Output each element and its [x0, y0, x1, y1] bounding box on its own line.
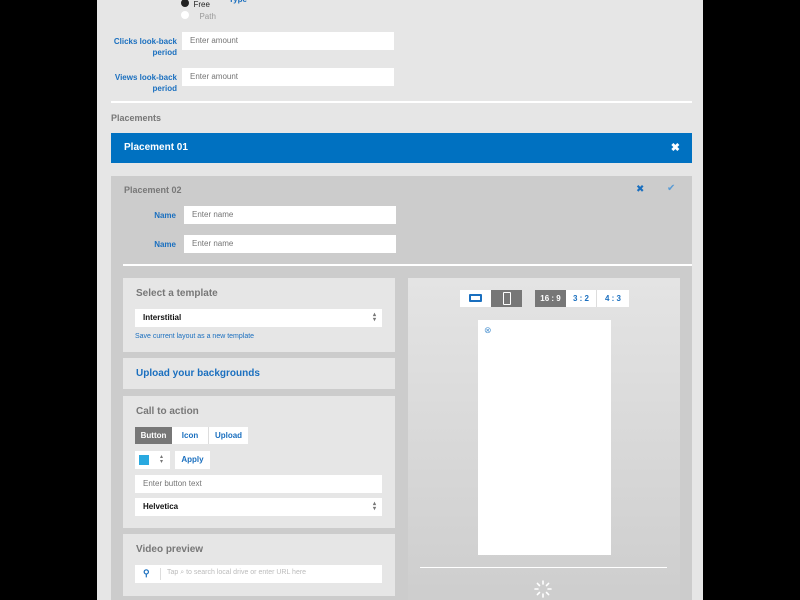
portrait-button[interactable] [491, 290, 522, 307]
template-select[interactable]: Interstitial ▴ ▾ [135, 309, 382, 327]
clicks-lookback-input[interactable] [182, 32, 394, 50]
name-label-1: Name [154, 211, 176, 220]
cta-card: Call to action Button Icon Upload ▴ ▾ App… [123, 396, 395, 528]
type-radio-path[interactable]: Path [181, 6, 216, 24]
ratio-4-3[interactable]: 4 : 3 [597, 290, 629, 307]
page: Type Free Path Clicks look-backperiod Vi… [97, 0, 703, 600]
views-lookback-input[interactable] [182, 68, 394, 86]
video-search-field[interactable]: ⚲ Tap ⌕ to search local drive or enter U… [135, 565, 382, 583]
cta-card-title: Call to action [136, 406, 199, 417]
check-icon[interactable]: ✔ [667, 183, 675, 194]
color-swatch [139, 455, 149, 465]
tab-button[interactable]: Button [135, 427, 172, 444]
name-input-2[interactable] [184, 235, 396, 253]
upload-card[interactable]: Upload your backgrounds [123, 358, 395, 389]
template-card-title: Select a template [136, 288, 218, 299]
divider [111, 101, 692, 103]
updown-icon: ▴ ▾ [372, 312, 376, 323]
radio-path[interactable] [181, 10, 189, 19]
upload-backgrounds-link[interactable]: Upload your backgrounds [136, 368, 260, 379]
ratio-3-2[interactable]: 3 : 2 [566, 290, 597, 307]
landscape-icon [469, 294, 482, 302]
divider [420, 567, 667, 568]
updown-icon: ▴ ▾ [372, 501, 376, 512]
close-icon[interactable]: ✖ [671, 141, 680, 154]
template-card: Select a template Interstitial ▴ ▾ Save c… [123, 278, 395, 352]
delete-icon[interactable]: ✖ [636, 184, 644, 195]
placement-02-title: Placement 02 [124, 185, 182, 195]
preview-canvas: ⊗ [478, 320, 611, 555]
placements-title: Placements [111, 113, 162, 123]
tab-upload[interactable]: Upload [209, 427, 248, 444]
divider [123, 264, 692, 266]
orientation-toggle [460, 290, 522, 307]
cta-type-tabs: Button Icon Upload [135, 427, 248, 444]
name-label-2: Name [154, 240, 176, 249]
placement-01-header[interactable]: Placement 01 ✖ [111, 133, 692, 163]
ratio-16-9[interactable]: 16 : 9 [535, 290, 566, 307]
clicks-lookback-label: Clicks look-back period [113, 37, 177, 57]
ratio-toggle: 16 : 9 3 : 2 4 : 3 [535, 290, 629, 307]
video-search-placeholder: Tap ⌕ to search local drive or enter URL… [167, 569, 307, 576]
placement-02-panel: Placement 02 ✖ ✔ Name Name Select a temp… [111, 176, 692, 600]
updown-icon: ▴ ▾ [159, 454, 163, 465]
portrait-icon [502, 292, 511, 305]
preview-panel: 16 : 9 3 : 2 4 : 3 ⊗ [408, 278, 680, 600]
loading-spinner-icon [534, 580, 552, 598]
font-select[interactable]: Helvetica ▴ ▾ [135, 498, 382, 516]
button-text-input[interactable] [135, 475, 382, 493]
placement-01-title: Placement 01 [124, 142, 188, 153]
tab-icon[interactable]: Icon [172, 427, 209, 444]
search-icon[interactable]: ⚲ [143, 568, 150, 579]
name-input-1[interactable] [184, 206, 396, 224]
views-lookback-label: Views look-back period [114, 73, 177, 93]
close-circle-icon[interactable]: ⊗ [484, 325, 492, 336]
landscape-button[interactable] [460, 290, 491, 307]
save-template-link[interactable]: Save current layout as a new template [135, 333, 254, 340]
video-card-title: Video preview [136, 544, 204, 555]
separator [160, 568, 161, 580]
video-card: Video preview ⚲ Tap ⌕ to search local dr… [123, 534, 395, 596]
apply-button[interactable]: Apply [175, 451, 210, 469]
color-picker[interactable]: ▴ ▾ [135, 451, 170, 469]
